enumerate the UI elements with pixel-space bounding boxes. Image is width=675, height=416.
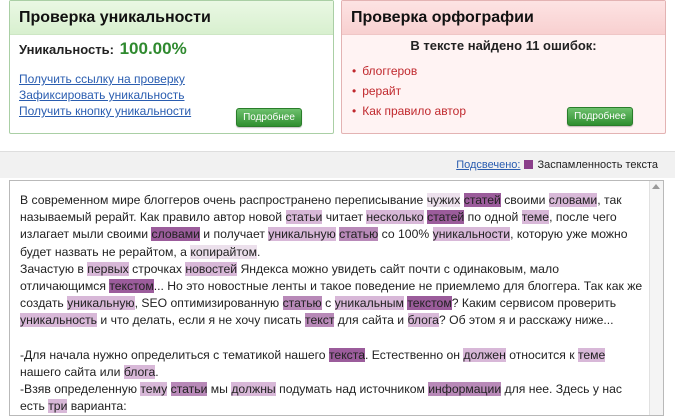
- spelling-panel: Проверка орфографии В тексте найдено 11 …: [341, 0, 666, 134]
- text-scrollbar[interactable]: [649, 181, 663, 415]
- uniqueness-links: Получить ссылку на проверку Зафиксироват…: [19, 71, 191, 119]
- error-item[interactable]: блоггеров: [352, 61, 466, 81]
- checked-text: В современном мире блоггеров очень распр…: [20, 193, 643, 414]
- uniqueness-panel: Проверка уникальности Уникальность: 100.…: [9, 0, 334, 134]
- scroll-up-icon[interactable]: [652, 184, 660, 189]
- spelling-header: Проверка орфографии: [342, 1, 665, 35]
- spelling-title: Проверка орфографии: [351, 9, 534, 26]
- fix-uniqueness-link[interactable]: Зафиксировать уникальность: [19, 87, 191, 103]
- highlight-legend: Подсвечено: Заспамленность текста: [456, 159, 658, 171]
- uniqueness-value: 100.00%: [119, 39, 187, 58]
- spam-swatch-icon: [524, 160, 534, 169]
- uniqueness-label: Уникальность:: [19, 42, 114, 57]
- checked-text-box[interactable]: В современном мире блоггеров очень распр…: [9, 180, 664, 416]
- uniqueness-more-button[interactable]: Подробнее: [236, 108, 302, 127]
- highlighted-label[interactable]: Подсвечено:: [456, 159, 520, 171]
- legend-item-label: Заспамленность текста: [537, 159, 658, 171]
- uniqueness-title: Проверка уникальности: [19, 9, 211, 26]
- error-item[interactable]: рерайт: [352, 81, 466, 101]
- get-check-link[interactable]: Получить ссылку на проверку: [19, 71, 191, 87]
- get-uniqueness-button-link[interactable]: Получить кнопку уникальности: [19, 103, 191, 119]
- spelling-more-button[interactable]: Подробнее: [567, 107, 633, 126]
- error-item[interactable]: Как правило автор: [352, 101, 466, 121]
- uniqueness-line: Уникальность: 100.00%: [19, 39, 187, 59]
- error-list: блоггеров рерайт Как правило автор: [352, 61, 466, 121]
- errors-found-text: В тексте найдено 11 ошибок:: [410, 38, 597, 53]
- uniqueness-header: Проверка уникальности: [10, 1, 333, 35]
- highlight-legend-bar: Подсвечено: Заспамленность текста: [0, 151, 675, 178]
